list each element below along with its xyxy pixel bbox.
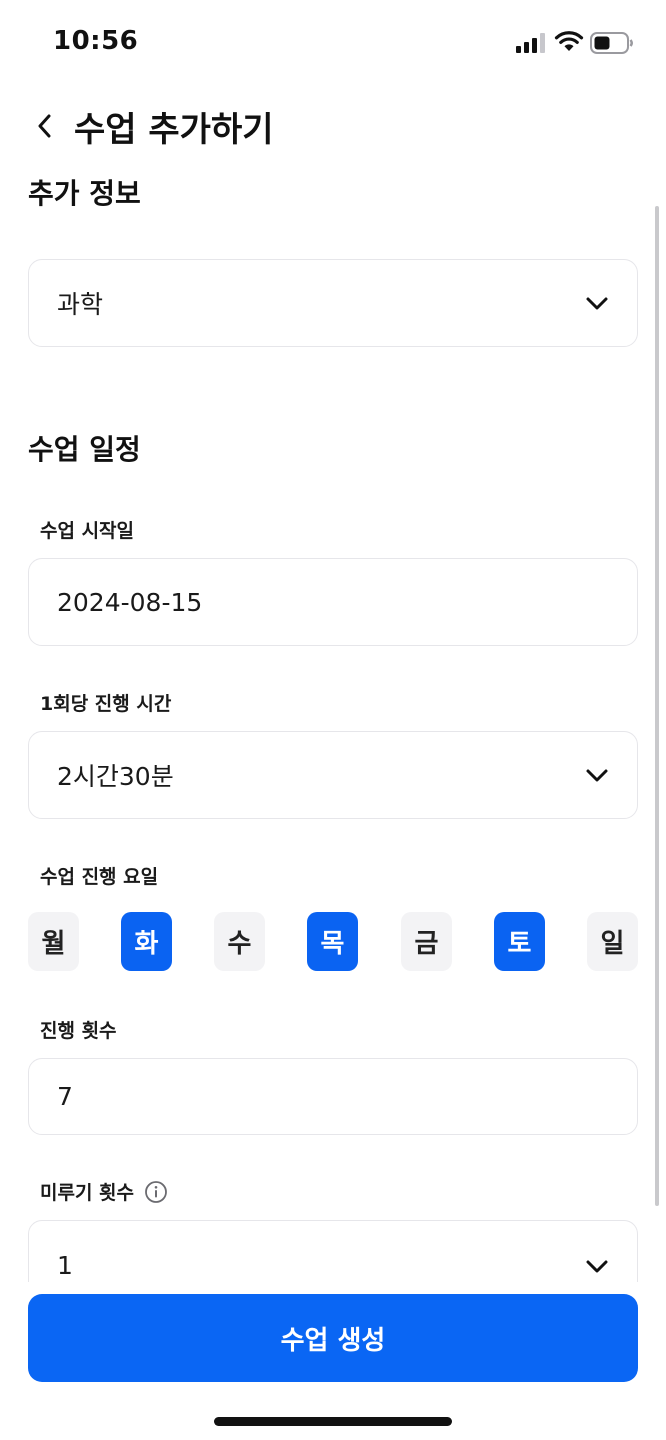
status-bar: 10:56 — [0, 0, 666, 84]
day-toggle-sat[interactable]: 토 — [494, 912, 545, 971]
duration-select[interactable]: 2시간30분 — [28, 731, 638, 819]
day-toggle-wed[interactable]: 수 — [214, 912, 265, 971]
chevron-down-icon — [586, 1260, 608, 1273]
back-button[interactable] — [30, 106, 60, 146]
duration-select-value: 2시간30분 — [57, 762, 174, 791]
cellular-signal-icon — [516, 33, 545, 53]
postpone-label: 미루기 횟수 — [40, 1178, 168, 1205]
section-title-schedule: 수업 일정 — [28, 433, 141, 466]
nav-header: 수업 추가하기 — [0, 96, 666, 156]
days-label: 수업 진행 요일 — [40, 862, 158, 889]
duration-label: 1회당 진행 시간 — [40, 689, 171, 716]
day-toggle-thu[interactable]: 목 — [307, 912, 358, 971]
postpone-select-value: 1 — [57, 1251, 73, 1280]
chevron-down-icon — [586, 297, 608, 310]
day-selector: 월 화 수 목 금 토 일 — [28, 912, 638, 972]
home-indicator — [214, 1417, 452, 1426]
duration-label-text: 1회당 진행 시간 — [40, 693, 172, 715]
sessions-input-value: 7 — [57, 1082, 73, 1111]
day-toggle-mon[interactable]: 월 — [28, 912, 79, 971]
start-date-field[interactable]: 2024-08-15 — [28, 558, 638, 646]
section-title-additional-info: 추가 정보 — [28, 177, 141, 210]
create-class-button[interactable]: 수업 생성 — [28, 1294, 638, 1382]
battery-icon — [590, 32, 633, 54]
wifi-icon — [554, 31, 584, 51]
sessions-label-text: 진행 횟수 — [40, 1020, 117, 1042]
sessions-label: 진행 횟수 — [40, 1016, 117, 1043]
day-toggle-sun[interactable]: 일 — [587, 912, 638, 971]
scrollbar[interactable] — [655, 206, 659, 1206]
day-toggle-tue[interactable]: 화 — [121, 912, 172, 971]
status-time: 10:56 — [53, 26, 139, 56]
subject-select[interactable]: 과학 — [28, 259, 638, 347]
start-date-label: 수업 시작일 — [40, 516, 134, 543]
chevron-left-icon — [38, 114, 51, 138]
chevron-down-icon — [586, 769, 608, 782]
days-label-text: 수업 진행 요일 — [40, 866, 159, 888]
postpone-label-text: 미루기 횟수 — [40, 1182, 135, 1204]
page-title: 수업 추가하기 — [74, 110, 274, 150]
sessions-input[interactable]: 7 — [28, 1058, 638, 1135]
start-date-label-text: 수업 시작일 — [40, 520, 135, 542]
day-toggle-fri[interactable]: 금 — [401, 912, 452, 971]
subject-select-value: 과학 — [57, 290, 104, 319]
start-date-value: 2024-08-15 — [57, 587, 203, 617]
info-icon[interactable] — [144, 1180, 168, 1204]
